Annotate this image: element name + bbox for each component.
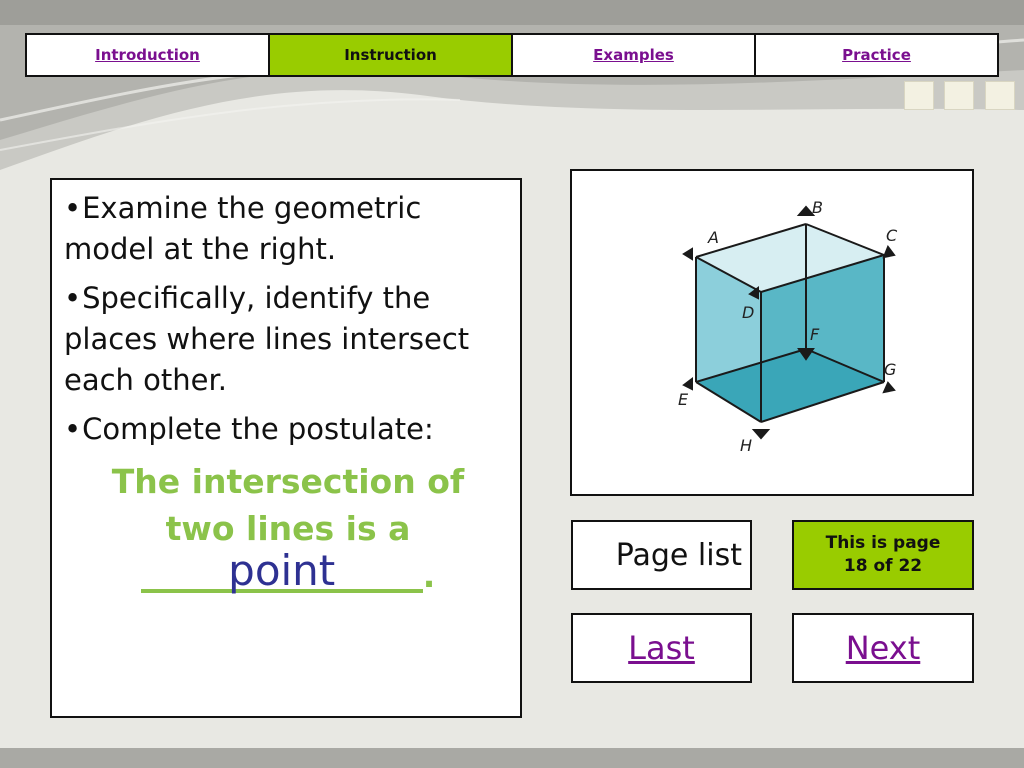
tab-examples[interactable]: Examples (513, 35, 756, 75)
bullet-item: •Specifically, identify the places where… (64, 281, 470, 397)
page-indicator-line-1: This is page (825, 533, 941, 553)
page-indicator-badge: This is page 18 of 22 (792, 520, 974, 590)
answer-blank: point (140, 548, 423, 599)
vertex-label-g: G (884, 360, 896, 379)
figure-panel: A B C D E F G H (570, 169, 974, 496)
cube-figure: A B C D E F G H (658, 197, 912, 461)
decor-square (944, 81, 974, 110)
bottom-bar (0, 748, 1024, 768)
decor-square (904, 81, 934, 110)
instruction-panel: •Examine the geometric model at the righ… (50, 178, 522, 718)
tab-introduction[interactable]: Introduction (27, 35, 270, 75)
last-link[interactable]: Last (571, 613, 752, 683)
postulate-line-2: two lines is a (165, 509, 411, 548)
next-link[interactable]: Next (792, 613, 974, 683)
top-navigation: Introduction Instruction Examples Practi… (25, 33, 999, 77)
vertex-label-h: H (740, 436, 752, 455)
vertex-label-e: E (678, 390, 689, 409)
tab-instruction[interactable]: Instruction (270, 35, 513, 75)
tab-practice[interactable]: Practice (756, 35, 997, 75)
bullet-text: Complete the postulate: (82, 412, 434, 446)
postulate-statement: The intersection of two lines is a point… (64, 458, 512, 599)
bullet-text: Specifically, identify the places where … (64, 281, 470, 397)
vertex-label-a: A (707, 228, 719, 247)
decor-square (985, 81, 1015, 110)
bullet-item: •Complete the postulate: (64, 412, 434, 446)
answer-text: point (228, 546, 336, 595)
vertex-label-c: C (886, 226, 898, 245)
bullet-item: •Examine the geometric model at the righ… (64, 191, 422, 266)
page-list-button[interactable]: Page list (571, 520, 752, 590)
vertex-label-b: B (812, 198, 823, 217)
vertex-label-d: D (742, 303, 754, 322)
page-indicator-line-2: 18 of 22 (843, 556, 923, 576)
postulate-line-1: The intersection of (111, 462, 465, 501)
cube-diagram: A B C D E F G H (678, 198, 898, 455)
bullet-text: Examine the geometric model at the right… (64, 191, 422, 266)
vertex-label-f: F (810, 325, 820, 344)
postulate-period: . (422, 556, 436, 595)
